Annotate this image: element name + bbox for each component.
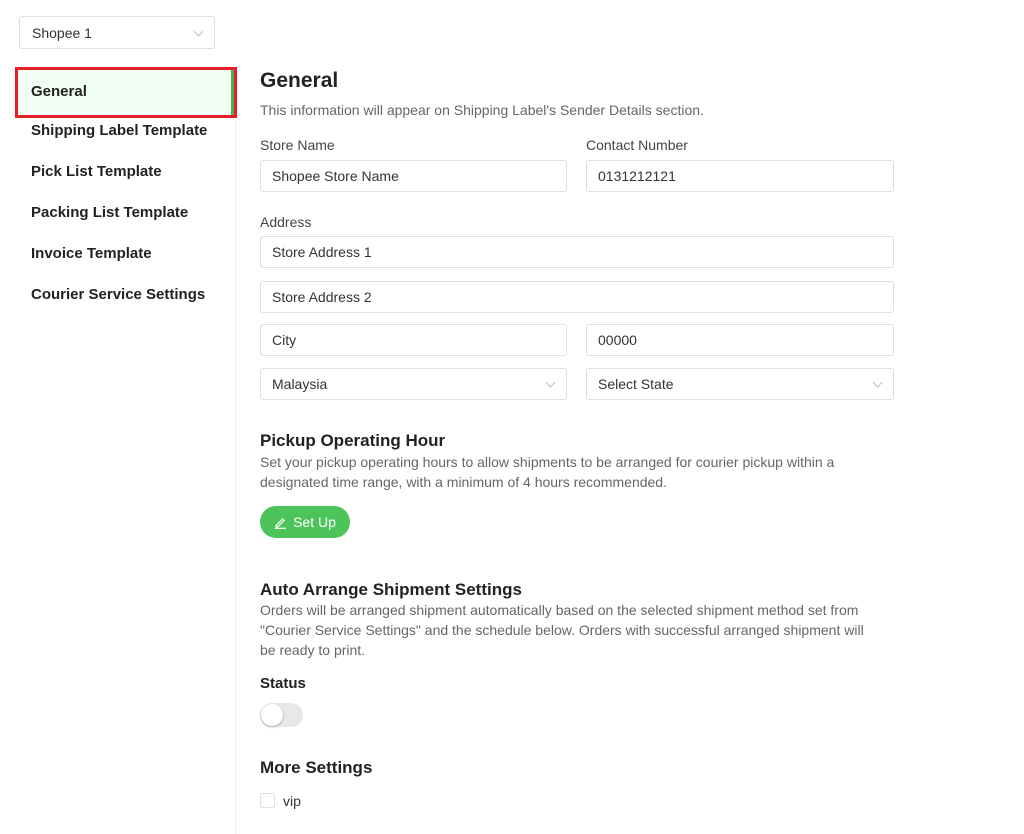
setup-button[interactable]: Set Up [260,506,350,538]
active-indicator [231,70,234,115]
chevron-down-icon [193,26,204,37]
status-toggle[interactable] [260,703,303,727]
edit-icon [275,517,287,529]
pickup-title: Pickup Operating Hour [260,431,446,450]
status-label: Status [260,675,306,692]
sidebar-item-invoice-template[interactable]: Invoice Template [31,245,152,262]
city-input[interactable]: City [260,324,567,356]
sidebar-item-shipping-label-template[interactable]: Shipping Label Template [31,122,207,139]
page-subtitle: This information will appear on Shipping… [260,102,704,118]
store-name-label: Store Name [260,137,335,153]
contact-number-label: Contact Number [586,137,688,153]
chevron-down-icon [545,377,556,388]
page-title: General [260,69,339,92]
address-line-1-value: Store Address 1 [272,244,372,260]
sidebar-item-packing-list-template[interactable]: Packing List Template [31,204,188,221]
store-name-value: Shopee Store Name [272,168,399,184]
address-line-1-input[interactable]: Store Address 1 [260,236,894,268]
country-select[interactable]: Malaysia [260,368,567,400]
toggle-knob [261,704,283,726]
country-value: Malaysia [272,376,328,392]
auto-arrange-title: Auto Arrange Shipment Settings [260,580,522,599]
state-value: Select State [598,376,674,392]
contact-number-value: 0131212121 [598,168,676,184]
vip-checkbox[interactable] [260,793,275,808]
pickup-description: Set your pickup operating hours to allow… [260,454,835,490]
store-select[interactable]: Shopee 1 [19,16,215,49]
postcode-value: 00000 [598,332,637,348]
sidebar-item-courier-service-settings[interactable]: Courier Service Settings [31,286,205,303]
sidebar: General Shipping Label Template Pick Lis… [0,66,237,834]
sidebar-item-label: General [31,83,87,100]
chevron-down-icon [872,377,883,388]
address-label: Address [260,214,312,230]
address-line-2-value: Store Address 2 [272,289,372,305]
vip-checkbox-label: vip [283,793,301,809]
store-select-value: Shopee 1 [32,25,92,41]
sidebar-item-general[interactable]: General [15,67,237,118]
more-settings-title: More Settings [260,758,373,777]
setup-button-label: Set Up [293,514,336,530]
sidebar-item-pick-list-template[interactable]: Pick List Template [31,163,162,180]
auto-arrange-description: Orders will be arranged shipment automat… [260,602,864,658]
state-select[interactable]: Select State [586,368,894,400]
address-line-2-input[interactable]: Store Address 2 [260,281,894,313]
store-name-input[interactable]: Shopee Store Name [260,160,567,192]
city-value: City [272,332,297,348]
contact-number-input[interactable]: 0131212121 [586,160,894,192]
postcode-input[interactable]: 00000 [586,324,894,356]
